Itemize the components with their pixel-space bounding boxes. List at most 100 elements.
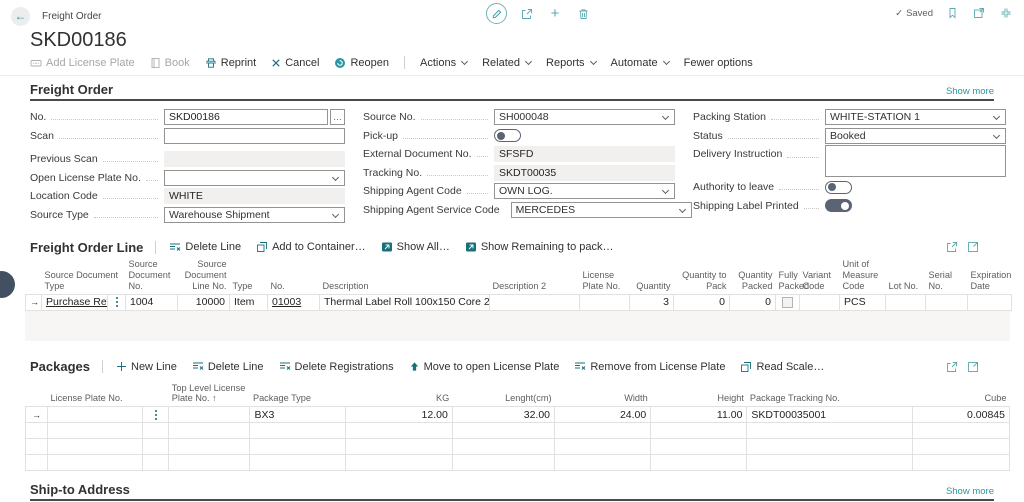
related-menu[interactable]: Related bbox=[482, 57, 531, 69]
add-to-container-button[interactable]: Add to Container… bbox=[256, 241, 366, 253]
col-package-type[interactable]: Package Type bbox=[250, 383, 345, 407]
move-to-open-license-plate-button[interactable]: Move to open License Plate bbox=[409, 361, 560, 373]
col-description[interactable]: Description bbox=[320, 259, 490, 294]
scan-field[interactable] bbox=[164, 128, 345, 144]
book-button[interactable]: Book bbox=[150, 57, 190, 69]
col-source-document-line-no[interactable]: Source Document Line No. bbox=[178, 259, 230, 294]
col-expiration-date[interactable]: Expiration Date bbox=[968, 259, 1012, 294]
side-drawer-handle[interactable] bbox=[0, 271, 15, 298]
authority-to-leave-toggle[interactable] bbox=[825, 181, 852, 194]
row-options-button[interactable] bbox=[143, 407, 169, 423]
cell-cube[interactable]: 0.00845 bbox=[912, 407, 1009, 423]
col-no[interactable]: No. bbox=[268, 259, 320, 294]
cell-no[interactable]: 01003 bbox=[268, 294, 320, 310]
show-all-button[interactable]: Show All… bbox=[381, 241, 450, 253]
col-quantity-to-pack[interactable]: Quantity to Pack bbox=[674, 259, 730, 294]
reprint-button[interactable]: Reprint bbox=[205, 57, 256, 69]
status-select[interactable]: Booked bbox=[825, 128, 1006, 144]
cell-unit-of-measure-code[interactable]: PCS bbox=[840, 294, 886, 310]
popout-button[interactable] bbox=[971, 5, 987, 21]
new-record-button[interactable]: + bbox=[547, 6, 563, 22]
delete-record-button[interactable] bbox=[575, 6, 591, 22]
share-icon[interactable] bbox=[946, 241, 958, 253]
col-description-2[interactable]: Description 2 bbox=[490, 259, 580, 294]
cell-quantity-packed[interactable]: 0 bbox=[730, 294, 776, 310]
cell-package-type[interactable]: BX3 bbox=[250, 407, 345, 423]
read-scale-button[interactable]: Read Scale… bbox=[740, 361, 824, 373]
col-quantity[interactable]: Quantity bbox=[630, 259, 674, 294]
collapse-button[interactable] bbox=[998, 5, 1014, 21]
fewer-options-button[interactable]: Fewer options bbox=[684, 57, 753, 69]
row-options-button[interactable] bbox=[108, 294, 126, 310]
col-width[interactable]: Width bbox=[555, 383, 651, 407]
share-icon[interactable] bbox=[946, 361, 958, 373]
row-selector[interactable]: → bbox=[26, 407, 48, 423]
cell-height[interactable]: 11.00 bbox=[651, 407, 747, 423]
show-remaining-button[interactable]: Show Remaining to pack… bbox=[465, 241, 614, 253]
actions-menu[interactable]: Actions bbox=[420, 57, 467, 69]
shipping-agent-service-code-select[interactable]: MERCEDES bbox=[511, 202, 692, 218]
cancel-button[interactable]: Cancel bbox=[271, 57, 319, 69]
show-more-link[interactable]: Show more bbox=[946, 486, 994, 497]
row-selector[interactable]: → bbox=[26, 294, 42, 310]
cell-kg[interactable]: 12.00 bbox=[345, 407, 452, 423]
col-unit-of-measure-code[interactable]: Unit of Measure Code bbox=[840, 259, 886, 294]
col-kg[interactable]: KG bbox=[345, 383, 452, 407]
col-height[interactable]: Height bbox=[651, 383, 747, 407]
bookmark-button[interactable] bbox=[944, 5, 960, 21]
col-fully-packed[interactable]: Fully Packed bbox=[776, 259, 800, 294]
cell-license-plate-no[interactable] bbox=[580, 294, 630, 310]
reports-menu[interactable]: Reports bbox=[546, 57, 596, 69]
cell-license-plate-no[interactable] bbox=[48, 407, 143, 423]
cell-source-document-line-no[interactable]: 10000 bbox=[178, 294, 230, 310]
assist-edit-button[interactable]: … bbox=[330, 109, 345, 125]
back-button[interactable]: ← bbox=[11, 7, 30, 26]
cell-type[interactable]: Item bbox=[230, 294, 268, 310]
col-type[interactable]: Type bbox=[230, 259, 268, 294]
delivery-instruction-field[interactable] bbox=[825, 145, 1006, 177]
automate-menu[interactable]: Automate bbox=[611, 57, 669, 69]
col-lot-no[interactable]: Lot No. bbox=[886, 259, 926, 294]
checkbox-unchecked[interactable] bbox=[782, 297, 793, 308]
source-type-select[interactable]: Warehouse Shipment bbox=[164, 207, 345, 223]
expand-icon[interactable] bbox=[967, 241, 979, 253]
cell-lot-no[interactable] bbox=[886, 294, 926, 310]
col-length-cm[interactable]: Lenght(cm) bbox=[452, 383, 554, 407]
shipping-agent-code-select[interactable]: OWN LOG. bbox=[494, 183, 675, 199]
cell-expiration-date[interactable] bbox=[968, 294, 1012, 310]
delete-registrations-button[interactable]: Delete Registrations bbox=[279, 361, 394, 373]
add-license-plate-button[interactable]: Add License Plate bbox=[30, 57, 135, 69]
no-field[interactable] bbox=[164, 109, 328, 125]
cell-variant-code[interactable] bbox=[800, 294, 840, 310]
expand-icon[interactable] bbox=[967, 361, 979, 373]
col-package-tracking-no[interactable]: Package Tracking No. bbox=[747, 383, 912, 407]
cell-package-tracking-no[interactable]: SKDT00035001 bbox=[747, 407, 912, 423]
cell-top-level-license-plate-no[interactable] bbox=[169, 407, 250, 423]
col-variant-code[interactable]: Variant Code bbox=[800, 259, 840, 294]
cell-description[interactable]: Thermal Label Roll 100x150 Core 25mm (4… bbox=[320, 294, 490, 310]
edit-button[interactable] bbox=[486, 3, 507, 24]
cell-quantity-to-pack[interactable]: 0 bbox=[674, 294, 730, 310]
cell-quantity[interactable]: 3 bbox=[630, 294, 674, 310]
reopen-button[interactable]: Reopen bbox=[334, 57, 389, 69]
col-source-document-type[interactable]: Source Document Type bbox=[42, 259, 126, 294]
col-cube[interactable]: Cube bbox=[912, 383, 1009, 407]
show-more-link[interactable]: Show more bbox=[946, 86, 994, 97]
cell-source-document-no[interactable]: 1004 bbox=[126, 294, 178, 310]
cell-description-2[interactable] bbox=[490, 294, 580, 310]
pick-up-toggle[interactable] bbox=[494, 129, 521, 142]
new-line-button[interactable]: New Line bbox=[116, 361, 177, 373]
col-serial-no[interactable]: Serial No. bbox=[926, 259, 968, 294]
delete-line-button[interactable]: Delete Line bbox=[169, 241, 241, 253]
col-quantity-packed[interactable]: Quantity Packed bbox=[730, 259, 776, 294]
remove-from-license-plate-button[interactable]: Remove from License Plate bbox=[574, 361, 725, 373]
col-source-document-no[interactable]: Source Document No. bbox=[126, 259, 178, 294]
cell-width[interactable]: 24.00 bbox=[555, 407, 651, 423]
cell-length-cm[interactable]: 32.00 bbox=[452, 407, 554, 423]
cell-source-document-type[interactable]: Purchase Ret… bbox=[42, 294, 108, 310]
col-top-level-license-plate-no[interactable]: Top Level License Plate No. ↑ bbox=[169, 383, 250, 407]
delete-line-button[interactable]: Delete Line bbox=[192, 361, 264, 373]
col-license-plate-no[interactable]: License Plate No. bbox=[580, 259, 630, 294]
cell-fully-packed[interactable] bbox=[776, 294, 800, 310]
cell-serial-no[interactable] bbox=[926, 294, 968, 310]
